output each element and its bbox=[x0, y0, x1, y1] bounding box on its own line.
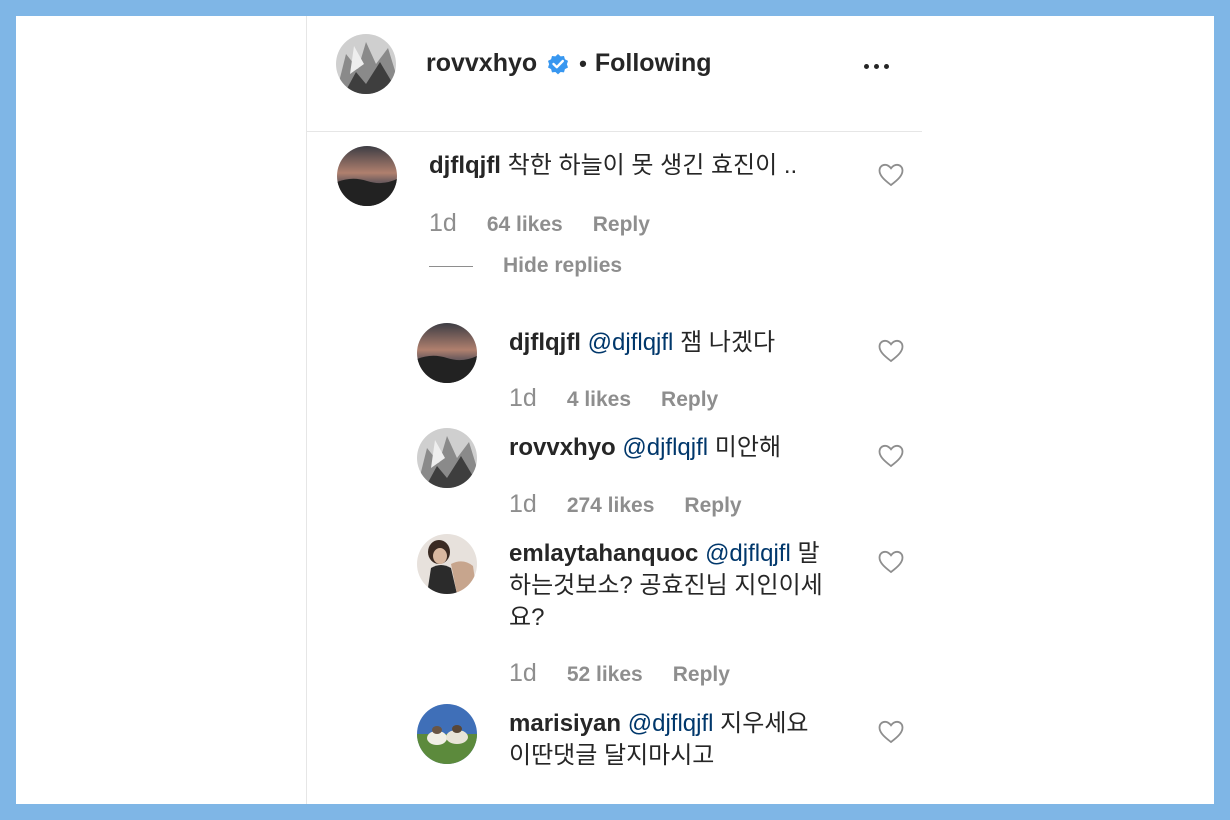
reply-username[interactable]: rovvxhyo bbox=[509, 434, 616, 461]
reply-time[interactable]: 1d bbox=[509, 384, 537, 413]
comment-likes[interactable]: 64 likes bbox=[487, 213, 563, 237]
reply-meta: 1d 274 likes Reply bbox=[509, 490, 742, 519]
heart-icon[interactable] bbox=[878, 720, 904, 744]
reply-username[interactable]: djflqjfl bbox=[509, 329, 581, 356]
more-options-icon[interactable] bbox=[864, 56, 894, 76]
reply-username[interactable]: marisiyan bbox=[509, 710, 621, 737]
reply-button[interactable]: Reply bbox=[661, 388, 718, 412]
reply-mention[interactable]: @djflqjfl bbox=[622, 434, 708, 461]
reply-likes[interactable]: 274 likes bbox=[567, 494, 655, 518]
reply-text: 지우세요 bbox=[720, 710, 809, 737]
comment-text: 착한 하늘이 못 생긴 효진이 .. bbox=[507, 152, 798, 179]
reply-time[interactable]: 1d bbox=[509, 659, 537, 688]
reply-text: 이딴댓글 달지마시고 bbox=[509, 742, 715, 769]
reply-time[interactable]: 1d bbox=[509, 490, 537, 519]
comment-time[interactable]: 1d bbox=[429, 209, 457, 238]
heart-icon[interactable] bbox=[878, 444, 904, 468]
reply-avatar[interactable] bbox=[417, 534, 477, 594]
reply-mention[interactable]: @djflqjfl bbox=[588, 329, 674, 356]
heart-icon[interactable] bbox=[878, 163, 904, 187]
reply-meta: 1d 52 likes Reply bbox=[509, 659, 730, 688]
following-button[interactable]: Following bbox=[595, 49, 712, 78]
reply-avatar[interactable] bbox=[417, 704, 477, 764]
hide-replies-label: Hide replies bbox=[503, 254, 623, 277]
reply-text: 하는것보소? 공효진님 지인이세 bbox=[509, 572, 823, 599]
reply-likes[interactable]: 52 likes bbox=[567, 663, 643, 687]
reply-username[interactable]: emlaytahanquoc bbox=[509, 540, 698, 567]
reply-meta: 1d 4 likes Reply bbox=[509, 384, 718, 413]
reply-text: 미안해 bbox=[714, 434, 782, 461]
reply-mention[interactable]: @djflqjfl bbox=[705, 540, 791, 567]
header-username[interactable]: rovvxhyo bbox=[426, 49, 537, 78]
verified-badge-icon bbox=[548, 53, 569, 74]
reply-likes[interactable]: 4 likes bbox=[567, 388, 631, 412]
panel-divider bbox=[306, 16, 307, 804]
reply-text: 요? bbox=[509, 604, 545, 631]
post-comments-panel: rovvxhyo • Following djflqjfl 착한 하늘이 못 생… bbox=[16, 16, 1214, 804]
reply-button[interactable]: Reply bbox=[684, 494, 741, 518]
hide-replies-button[interactable]: Hide replies bbox=[429, 254, 622, 278]
header-avatar[interactable] bbox=[336, 34, 396, 94]
comment-avatar[interactable] bbox=[337, 146, 397, 206]
comment-meta: 1d 64 likes Reply bbox=[429, 209, 650, 238]
reply-text: 잼 나겠다 bbox=[680, 329, 776, 356]
heart-icon[interactable] bbox=[878, 339, 904, 363]
reply-button[interactable]: Reply bbox=[673, 663, 730, 687]
header-separator: • bbox=[579, 50, 587, 76]
hide-replies-line bbox=[429, 265, 473, 267]
post-header: rovvxhyo • Following bbox=[306, 16, 922, 132]
reply-avatar[interactable] bbox=[417, 323, 477, 383]
reply-mention[interactable]: @djflqjfl bbox=[628, 710, 714, 737]
reply-text: 말 bbox=[797, 540, 820, 567]
heart-icon[interactable] bbox=[878, 550, 904, 574]
reply-button[interactable]: Reply bbox=[593, 213, 650, 237]
comment-username[interactable]: djflqjfl bbox=[429, 152, 501, 179]
reply-avatar[interactable] bbox=[417, 428, 477, 488]
